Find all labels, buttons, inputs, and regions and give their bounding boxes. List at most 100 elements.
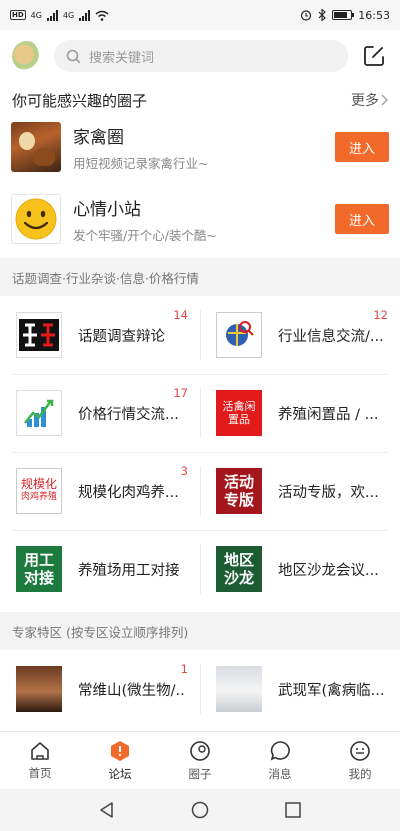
circle-icon bbox=[190, 740, 210, 761]
enter-button[interactable]: 进入 bbox=[335, 204, 389, 234]
hd-icon: HD bbox=[10, 10, 26, 20]
system-nav-bar bbox=[0, 789, 400, 831]
topics-section-title: 话题调查·行业杂谈·信息·价格行情 bbox=[0, 258, 400, 296]
tab-label: 消息 bbox=[268, 766, 292, 781]
group-desc: 发个牢骚/开个心/装个酷~ bbox=[73, 227, 217, 243]
icon-text: 肉鸡养殖 bbox=[20, 492, 57, 502]
enter-button[interactable]: 进入 bbox=[335, 132, 389, 162]
post-count-badge: 3 bbox=[180, 464, 188, 478]
edit-icon bbox=[364, 46, 384, 66]
experts-title: 专家特区 (按专区设立顺序排列) bbox=[12, 624, 189, 640]
tab-label: 我的 bbox=[348, 766, 372, 781]
forum-item-label: 常维山(微生物/... bbox=[78, 682, 186, 699]
forum-item-idle-goods[interactable]: 活禽闲置品 养殖闲置品 / ... bbox=[200, 374, 400, 452]
bottom-tab-bar: 首页 论坛 圈子 消息 我的 bbox=[0, 731, 400, 789]
group-item-poultry[interactable]: 家禽圈 用短视频记录家禽行业~ 进入 bbox=[0, 112, 400, 182]
forum-icon bbox=[111, 740, 129, 761]
forum-item-label: 行业信息交流/... bbox=[278, 328, 384, 345]
forum-item-label: 养殖场用工对接 bbox=[78, 562, 180, 579]
network-type-2: 4G bbox=[62, 10, 75, 20]
forum-item-label: 话题调查辩论 bbox=[78, 328, 165, 345]
group-name: 心情小站 bbox=[73, 199, 141, 220]
group-name: 家禽圈 bbox=[73, 127, 124, 148]
icon-text: 地区 bbox=[223, 551, 254, 569]
topics-title: 话题调查·行业杂谈·信息·价格行情 bbox=[12, 270, 199, 286]
signal-icon-2 bbox=[79, 9, 91, 21]
tab-messages[interactable]: 消息 bbox=[240, 732, 320, 789]
compose-button[interactable] bbox=[360, 42, 388, 70]
icon-text: 沙龙 bbox=[223, 569, 254, 587]
tab-forum[interactable]: 论坛 bbox=[80, 732, 160, 789]
wifi-icon bbox=[95, 10, 109, 21]
expert-item-wu[interactable]: 武现军(禽病临... bbox=[200, 650, 400, 728]
tab-profile[interactable]: 我的 bbox=[320, 732, 400, 789]
broiler-farming-icon: 规模化 肉鸡养殖 bbox=[16, 468, 62, 514]
price-chart-icon bbox=[16, 390, 62, 436]
forum-item-broiler[interactable]: 规模化 肉鸡养殖 规模化肉鸡养... 3 bbox=[0, 452, 200, 530]
icon-text: 活禽闲置品 bbox=[222, 400, 256, 426]
search-input[interactable]: 搜索关键词 bbox=[54, 40, 348, 72]
icon-text: 活动 bbox=[223, 473, 254, 491]
expert-avatar bbox=[16, 666, 62, 712]
forum-item-events[interactable]: 活动 专版 活动专版，欢... bbox=[200, 452, 400, 530]
alarm-icon bbox=[301, 10, 312, 21]
smiley-icon bbox=[15, 198, 57, 240]
forum-item-label: 养殖闲置品 / ... bbox=[278, 406, 379, 423]
recents-icon[interactable] bbox=[284, 801, 302, 819]
forum-item-price[interactable]: 价格行情交流... 17 bbox=[0, 374, 200, 452]
post-count-badge: 17 bbox=[173, 386, 188, 400]
icon-text: 用工 bbox=[23, 551, 54, 569]
battery-icon bbox=[332, 10, 355, 20]
post-count-badge: 1 bbox=[180, 662, 188, 676]
tab-label: 首页 bbox=[28, 765, 52, 780]
globe-info-icon bbox=[216, 312, 262, 358]
group-item-mood[interactable]: 心情小站 发个牢骚/开个心/装个酷~ 进入 bbox=[0, 184, 400, 254]
expert-item-chang[interactable]: 常维山(微生物/... 1 bbox=[0, 650, 200, 728]
signal-icon bbox=[46, 9, 58, 21]
profile-icon bbox=[350, 740, 370, 761]
back-icon[interactable] bbox=[98, 801, 116, 819]
groups-title: 你可能感兴趣的圈子 bbox=[12, 91, 148, 110]
group-thumbnail bbox=[11, 122, 61, 172]
bluetooth-icon bbox=[318, 9, 327, 21]
status-bar: HD 4G 4G 16:53 bbox=[0, 0, 400, 30]
tab-label: 论坛 bbox=[108, 766, 132, 781]
forum-item-debate[interactable]: 话题调查辩论 14 bbox=[0, 296, 200, 374]
tab-home[interactable]: 首页 bbox=[0, 732, 80, 789]
home-button-icon[interactable] bbox=[191, 801, 209, 819]
forum-item-label: 武现军(禽病临... bbox=[278, 682, 385, 699]
message-icon bbox=[270, 740, 290, 760]
forum-item-label: 地区沙龙会议... bbox=[278, 562, 379, 579]
group-desc: 用短视频记录家禽行业~ bbox=[73, 155, 209, 171]
forum-item-label: 价格行情交流... bbox=[78, 406, 179, 423]
debate-icon bbox=[16, 312, 62, 358]
post-count-badge: 14 bbox=[173, 308, 188, 322]
search-icon bbox=[66, 49, 81, 63]
forum-item-jobs[interactable]: 用工 对接 养殖场用工对接 bbox=[0, 530, 200, 608]
forum-item-regional[interactable]: 地区 沙龙 地区沙龙会议... bbox=[200, 530, 400, 608]
post-count-badge: 12 bbox=[373, 308, 388, 322]
forum-item-industry-info[interactable]: 行业信息交流/... 12 bbox=[200, 296, 400, 374]
group-thumbnail bbox=[11, 194, 61, 244]
forum-item-label: 活动专版，欢... bbox=[278, 484, 379, 501]
icon-text: 对接 bbox=[23, 569, 54, 587]
top-header: 搜索关键词 bbox=[0, 30, 400, 82]
regional-salon-icon: 地区 沙龙 bbox=[216, 546, 262, 592]
expert-avatar bbox=[216, 666, 262, 712]
tab-circle[interactable]: 圈子 bbox=[160, 732, 240, 789]
home-icon bbox=[31, 741, 49, 760]
tab-label: 圈子 bbox=[188, 766, 212, 781]
experts-section-title: 专家特区 (按专区设立顺序排列) bbox=[0, 612, 400, 650]
search-placeholder: 搜索关键词 bbox=[89, 50, 155, 66]
events-icon: 活动 专版 bbox=[216, 468, 262, 514]
app-logo[interactable] bbox=[12, 41, 42, 71]
network-type: 4G bbox=[30, 10, 42, 20]
more-link[interactable]: 更多 bbox=[351, 90, 388, 110]
icon-text: 规模化 bbox=[20, 477, 57, 491]
more-label: 更多 bbox=[351, 93, 379, 109]
chevron-right-icon bbox=[381, 94, 388, 106]
icon-text: 专版 bbox=[223, 491, 254, 509]
jobs-icon: 用工 对接 bbox=[16, 546, 62, 592]
clock: 16:53 bbox=[358, 8, 390, 22]
idle-goods-icon: 活禽闲置品 bbox=[216, 390, 262, 436]
